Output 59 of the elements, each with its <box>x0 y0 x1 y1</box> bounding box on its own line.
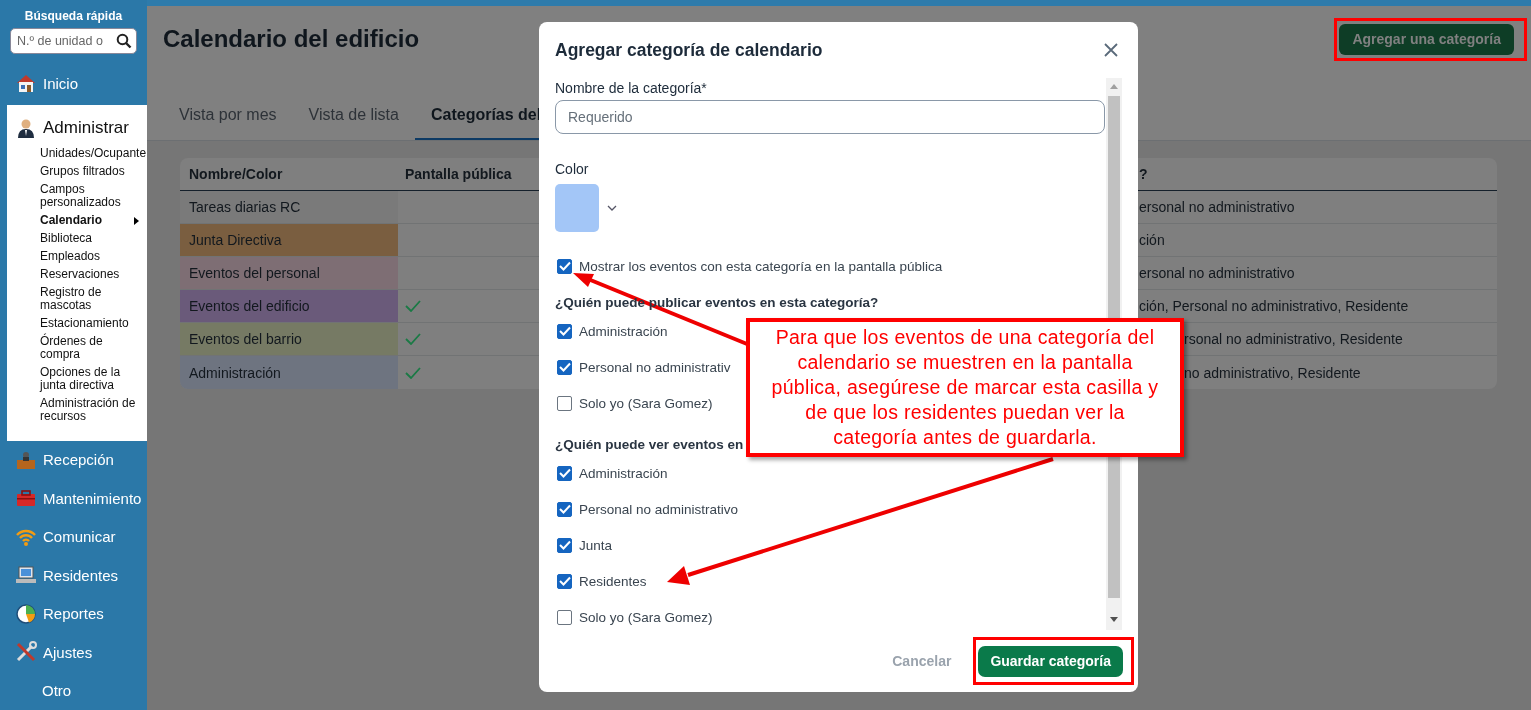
submenu-item[interactable]: Administración de recursos <box>40 396 140 423</box>
nav-item[interactable]: Otro <box>0 671 147 710</box>
search-title: Búsqueda rápida <box>23 9 124 23</box>
checkbox-label: Personal no administrativ <box>579 359 731 375</box>
add-category-button[interactable]: Agregar una categoría <box>1339 23 1514 55</box>
name-input-field[interactable]: Requerido <box>555 100 1105 134</box>
table-cell: ersonal no administrativo <box>1139 265 1295 281</box>
checkbox-label: Administración <box>579 323 668 339</box>
submenu-item[interactable]: Biblioteca <box>40 231 140 245</box>
submenu-item[interactable]: Empleados <box>40 249 140 263</box>
search-field[interactable]: N.º de unidad o <box>10 28 137 54</box>
nav-item[interactable]: Inicio <box>0 64 147 103</box>
table-cell: ersonal no administrativo <box>1139 199 1295 215</box>
column-header: Pantalla pública <box>405 166 512 182</box>
table-cell: Eventos del edificio <box>180 290 398 322</box>
submenu-item[interactable]: Estacionamiento <box>40 316 140 330</box>
nav-item[interactable]: Reportes <box>0 594 147 633</box>
nav-item[interactable]: Recepción <box>0 440 147 479</box>
submenu-item[interactable]: Campos personalizados <box>40 182 140 209</box>
submenu-item[interactable]: Órdenes de compra <box>40 334 140 361</box>
checkbox-label: Personal no administrativo <box>579 501 739 517</box>
nav-item[interactable]: Ajustes <box>0 633 147 672</box>
submenu-item[interactable]: Opciones de la junta directiva <box>40 365 140 392</box>
checkbox-label: Residentes <box>579 573 647 589</box>
section-label: ¿Quién puede publicar eventos en esta categoría? <box>555 294 879 310</box>
table-cell: ción <box>1139 232 1165 248</box>
save-button[interactable]: Guardar categoría <box>978 645 1123 677</box>
nav-item[interactable]: Residentes <box>0 556 147 595</box>
nav-item[interactable]: Mantenimiento <box>0 479 147 518</box>
field-label: Nombre de la categoría* <box>555 79 708 96</box>
page-title: Calendario del edificio <box>163 25 420 53</box>
table-cell: rsonal no administrativo, Residente <box>1184 331 1403 347</box>
table-cell: Tareas diarias RC <box>180 191 398 223</box>
dialog-title: Agregar categoría de calendario <box>555 39 823 61</box>
table-cell: Eventos del personal <box>180 257 398 289</box>
checkbox-label: Administración <box>579 465 668 481</box>
callout-note: Para que los eventos de una categoría del calendario se muestren en la pantalla pública, asegúrese de marcar esta casilla y de que los residentes puedan ver la categoría antes de guardarla. <box>746 318 1184 457</box>
nav-item[interactable]: Administrar <box>7 108 147 147</box>
submenu-item[interactable]: Reservaciones <box>40 267 140 281</box>
table-cell: Administración <box>180 356 398 389</box>
column-header: Nombre/Color <box>188 165 284 184</box>
checkbox-label: Solo yo (Sara Gomez) <box>579 609 713 625</box>
tab[interactable]: Vista de lista <box>292 96 415 140</box>
table-cell: no administrativo, Residente <box>1184 364 1361 381</box>
section-label: ¿Quién puede ver eventos en <box>555 436 744 452</box>
column-header: ? <box>1138 165 1149 184</box>
checkbox-label: Mostrar los eventos con esta categoría en la pantalla pública <box>579 258 943 274</box>
submenu-item[interactable]: Calendario <box>40 213 140 227</box>
table-cell: ción, Personal no administrativo, Residente <box>1139 298 1409 314</box>
checkbox-label: Junta <box>579 537 613 553</box>
table-cell: Eventos del barrio <box>180 323 398 355</box>
submenu-item[interactable]: Unidades/Ocupante <box>40 146 147 160</box>
submenu-item[interactable]: Registro de mascotas <box>40 285 140 312</box>
field-label: Color <box>555 160 590 177</box>
submenu-item[interactable]: Grupos filtrados <box>40 164 140 178</box>
table-cell: Junta Directiva <box>180 224 398 256</box>
checkbox-label: Solo yo (Sara Gomez) <box>579 395 713 411</box>
tab[interactable]: Vista por mes <box>163 96 293 140</box>
nav-item[interactable]: Comunicar <box>0 517 147 556</box>
